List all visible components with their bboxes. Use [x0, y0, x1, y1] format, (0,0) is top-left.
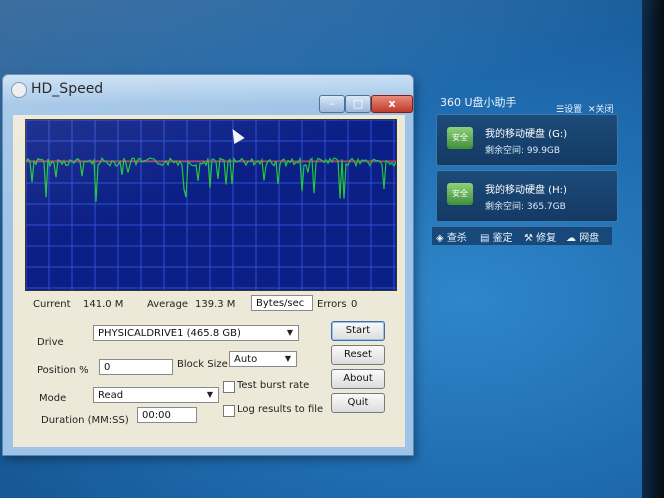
log-results-checkbox[interactable] [223, 405, 235, 417]
monitor-bezel [642, 0, 664, 498]
current-value: 141.0 M [83, 299, 124, 310]
close-button[interactable]: x [371, 95, 413, 113]
minimize-button[interactable]: – [319, 95, 345, 113]
duration-label: Duration (MM:SS) [41, 415, 129, 426]
speed-trace-line [26, 156, 396, 202]
drive-name: 我的移动硬盘 (G:) [485, 129, 568, 140]
mode-label: Mode [39, 393, 67, 404]
test-burst-label: Test burst rate [237, 380, 310, 391]
tool-repair[interactable]: ⚒ 修复 [524, 229, 556, 244]
test-burst-checkbox[interactable] [223, 381, 235, 393]
reset-button[interactable]: Reset [331, 345, 385, 365]
position-input[interactable]: 0 [99, 359, 173, 375]
drive-label: Drive [37, 337, 64, 348]
quit-button[interactable]: Quit [331, 393, 385, 413]
panel360-toolbar: ◈ 查杀 ▤ 鉴定 ⚒ 修复 ☁ 网盘 [432, 226, 612, 245]
position-label: Position % [37, 365, 89, 376]
drive-safe-icon: 安全 [447, 183, 473, 205]
duration-input[interactable]: 00:00 [137, 407, 197, 423]
tool-scan[interactable]: ◈ 查杀 [436, 229, 467, 244]
unit-select-value: Bytes/sec [256, 298, 305, 309]
current-label: Current [33, 299, 71, 310]
maximize-button[interactable]: □ [345, 95, 371, 113]
tool-identify[interactable]: ▤ 鉴定 [480, 229, 513, 244]
drive-safe-icon: 安全 [447, 127, 473, 149]
chevron-down-icon: ▼ [286, 328, 294, 337]
drive-space: 剩余空间: 99.9GB [485, 146, 561, 156]
average-value: 139.3 M [195, 299, 236, 310]
errors-value: 0 [351, 299, 358, 310]
hdspeed-window: HD_Speed – □ x Current 141.0 M Average 1… [2, 74, 414, 456]
drive-select-value: PHYSICALDRIVE1 (465.8 GB) [98, 328, 241, 339]
window-title: HD_Speed [31, 81, 104, 97]
average-label: Average [147, 299, 189, 310]
app-icon [11, 82, 27, 98]
start-button[interactable]: Start [331, 321, 385, 341]
mode-select[interactable]: Read ▼ [93, 387, 219, 403]
block-size-label: Block Size [177, 359, 228, 370]
drive-select[interactable]: PHYSICALDRIVE1 (465.8 GB) ▼ [93, 325, 299, 341]
speed-graph [25, 119, 397, 291]
log-results-label: Log results to file [237, 404, 324, 415]
wrench-icon: ⚒ [524, 233, 533, 244]
drive-space: 剩余空间: 365.7GB [485, 202, 566, 212]
window-client: Current 141.0 M Average 139.3 M Bytes/se… [13, 115, 405, 447]
shield-icon: ◈ [436, 233, 444, 244]
tool-cloud[interactable]: ☁ 网盘 [566, 229, 599, 244]
cloud-icon: ☁ [566, 233, 576, 244]
speed-graph-svg [26, 120, 396, 290]
block-size-value: Auto [234, 354, 258, 365]
inspect-icon: ▤ [480, 233, 490, 244]
chevron-down-icon: ▼ [206, 390, 214, 399]
drive-name: 我的移动硬盘 (H:) [485, 185, 567, 196]
mode-select-value: Read [98, 390, 124, 401]
unit-select[interactable]: Bytes/sec [251, 295, 313, 311]
about-button[interactable]: About [331, 369, 385, 389]
drive-card-g[interactable]: 安全 我的移动硬盘 (G:) 剩余空间: 99.9GB [436, 114, 618, 166]
chevron-down-icon: ▼ [284, 354, 292, 363]
errors-label: Errors [317, 299, 347, 310]
window-titlebar[interactable]: HD_Speed – □ x [3, 75, 413, 113]
drive-card-h[interactable]: 安全 我的移动硬盘 (H:) 剩余空间: 365.7GB [436, 170, 618, 222]
block-size-select[interactable]: Auto ▼ [229, 351, 297, 367]
panel360-title: 360 U盘小助手 [440, 96, 517, 109]
